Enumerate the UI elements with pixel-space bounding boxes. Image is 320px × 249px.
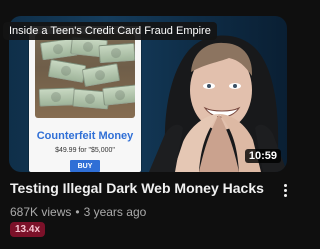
thumbnail-product-panel: Counterfeit Money $49.99 for "$5,000" BU… xyxy=(29,26,141,172)
banknote xyxy=(102,84,135,106)
hover-title-tooltip: Inside a Teen's Credit Card Fraud Empire xyxy=(3,22,217,40)
view-count: 687K views xyxy=(10,205,72,219)
counterfeit-money-image xyxy=(35,34,135,118)
video-card[interactable]: Counterfeit Money $49.99 for "$5,000" BU… xyxy=(0,0,295,249)
more-dot xyxy=(284,184,287,187)
more-dot xyxy=(284,194,287,197)
thumbnail-buy-button: BUY xyxy=(70,160,100,172)
video-metadata: 687K views • 3 years ago xyxy=(10,205,146,219)
thumbnail-product-title: Counterfeit Money xyxy=(36,130,134,142)
more-vert-icon[interactable] xyxy=(281,181,291,201)
banknote xyxy=(47,59,87,83)
banknote xyxy=(81,63,121,87)
performance-badge: 13.4x xyxy=(10,222,46,237)
more-dot xyxy=(284,189,287,192)
thumbnail-product-price: $49.99 for "$5,000" xyxy=(55,147,115,154)
banknote xyxy=(38,87,76,107)
video-duration: 10:59 xyxy=(244,149,281,163)
upload-age: 3 years ago xyxy=(83,205,147,219)
video-title[interactable]: Testing Illegal Dark Web Money Hacks xyxy=(10,180,264,196)
metadata-separator: • xyxy=(75,205,80,219)
banknote xyxy=(98,42,135,64)
